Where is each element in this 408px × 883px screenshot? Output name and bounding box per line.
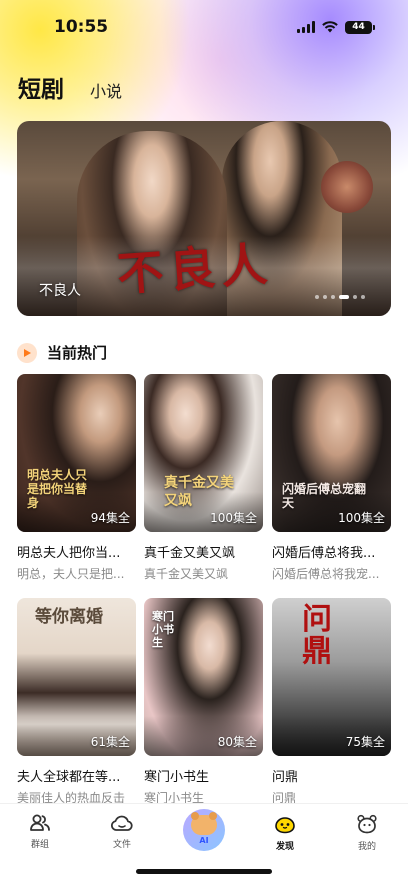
tab-label: 我的 xyxy=(357,842,376,852)
drama-card[interactable]: 问鼎 75集全 问鼎 问鼎 xyxy=(272,598,391,806)
drama-title: 闪婚后傅总将我... xyxy=(272,546,376,561)
pagination-dot xyxy=(323,295,327,299)
drama-poster: 问鼎 75集全 xyxy=(272,598,391,756)
drama-poster: 明总夫人只是把你当替身 94集全 xyxy=(17,374,136,532)
drama-poster: 闪婚后傅总宠翻天 100集全 xyxy=(272,374,391,532)
cloud-icon xyxy=(111,815,133,831)
tab-short-drama[interactable]: 短剧 xyxy=(18,70,64,104)
poster-title: 闪婚后傅总宠翻天 xyxy=(282,482,367,510)
episode-count: 75集全 xyxy=(345,735,385,749)
tab-files[interactable]: 文件 xyxy=(92,814,152,850)
drama-description: 闪婚后傅总将我宠... xyxy=(272,567,380,581)
pagination-dot xyxy=(315,295,319,299)
status-bar: 10:55 44 xyxy=(0,0,408,54)
featured-banner[interactable]: 不良人 不良人 xyxy=(17,121,391,316)
ai-label: AI xyxy=(199,836,209,845)
ai-bear-icon xyxy=(191,812,217,835)
tab-label: 发现 xyxy=(275,842,294,852)
drama-poster: 寒门小书生 80集全 xyxy=(144,598,263,756)
episode-count: 94集全 xyxy=(90,511,130,525)
poster-title: 等你离婚 xyxy=(35,607,103,627)
drama-card[interactable]: 真千金又美又飒 100集全 真千金又美又飒 真千金又美又飒 xyxy=(144,374,263,582)
tab-novel[interactable]: 小说 xyxy=(90,78,122,102)
banner-calligraphy: 不良人 xyxy=(115,236,275,302)
drama-poster: 等你离婚 61集全 xyxy=(17,598,136,756)
cellular-signal-icon xyxy=(297,21,315,33)
poster-title: 真千金又美又飒 xyxy=(164,475,234,509)
drama-title: 夫人全球都在等... xyxy=(17,770,121,785)
discover-icon xyxy=(275,817,295,834)
drama-card[interactable]: 闪婚后傅总宠翻天 100集全 闪婚后傅总将我... 闪婚后傅总将我宠... xyxy=(272,374,391,582)
tab-discover[interactable]: 发现 xyxy=(255,814,315,852)
status-time: 10:55 xyxy=(54,17,109,37)
home-indicator xyxy=(136,869,272,874)
drama-poster: 真千金又美又飒 100集全 xyxy=(144,374,263,532)
poster-title: 问鼎 xyxy=(302,602,332,669)
pagination-dot-active xyxy=(339,295,349,299)
profile-icon xyxy=(357,814,377,834)
pagination-dot xyxy=(361,295,365,299)
tab-label: 文件 xyxy=(112,840,131,850)
section-title: 当前热门 xyxy=(47,344,108,362)
drama-card[interactable]: 等你离婚 61集全 夫人全球都在等... 美丽佳人的热血反击 xyxy=(17,598,136,806)
battery-icon: 44 xyxy=(345,20,375,34)
drama-card[interactable]: 寒门小书生 80集全 寒门小书生 寒门小书生 xyxy=(144,598,263,806)
tab-group[interactable]: 群组 xyxy=(10,814,70,850)
status-icons: 44 xyxy=(297,20,375,34)
section-header: 当前热门 xyxy=(17,342,107,363)
ai-assistant-button[interactable]: AI xyxy=(183,809,225,851)
pagination-dot xyxy=(331,295,335,299)
banner-pagination xyxy=(315,295,365,299)
episode-count: 100集全 xyxy=(210,511,257,525)
banner-ornament xyxy=(321,161,373,213)
drama-title: 真千金又美又飒 xyxy=(144,546,236,561)
poster-title: 寒门小书生 xyxy=(152,610,174,649)
wifi-icon xyxy=(322,21,338,33)
pagination-dot xyxy=(353,295,357,299)
episode-count: 100集全 xyxy=(338,511,385,525)
play-icon xyxy=(17,342,37,363)
tab-profile[interactable]: 我的 xyxy=(337,814,397,852)
episode-count: 80集全 xyxy=(217,735,257,749)
drama-description: 明总，夫人只是把... xyxy=(17,567,125,581)
tab-label: 群组 xyxy=(30,840,49,850)
drama-title: 寒门小书生 xyxy=(144,770,210,785)
drama-card[interactable]: 明总夫人只是把你当替身 94集全 明总夫人把你当... 明总，夫人只是把... xyxy=(17,374,136,582)
drama-title: 问鼎 xyxy=(272,770,299,785)
banner-title: 不良人 xyxy=(39,283,81,299)
drama-title: 明总夫人把你当... xyxy=(17,546,121,561)
drama-description: 真千金又美又飒 xyxy=(144,567,229,581)
episode-count: 61集全 xyxy=(90,735,130,749)
poster-title: 明总夫人只是把你当替身 xyxy=(27,468,88,510)
top-tabs: 短剧 小说 xyxy=(18,70,122,104)
group-icon xyxy=(30,814,50,831)
